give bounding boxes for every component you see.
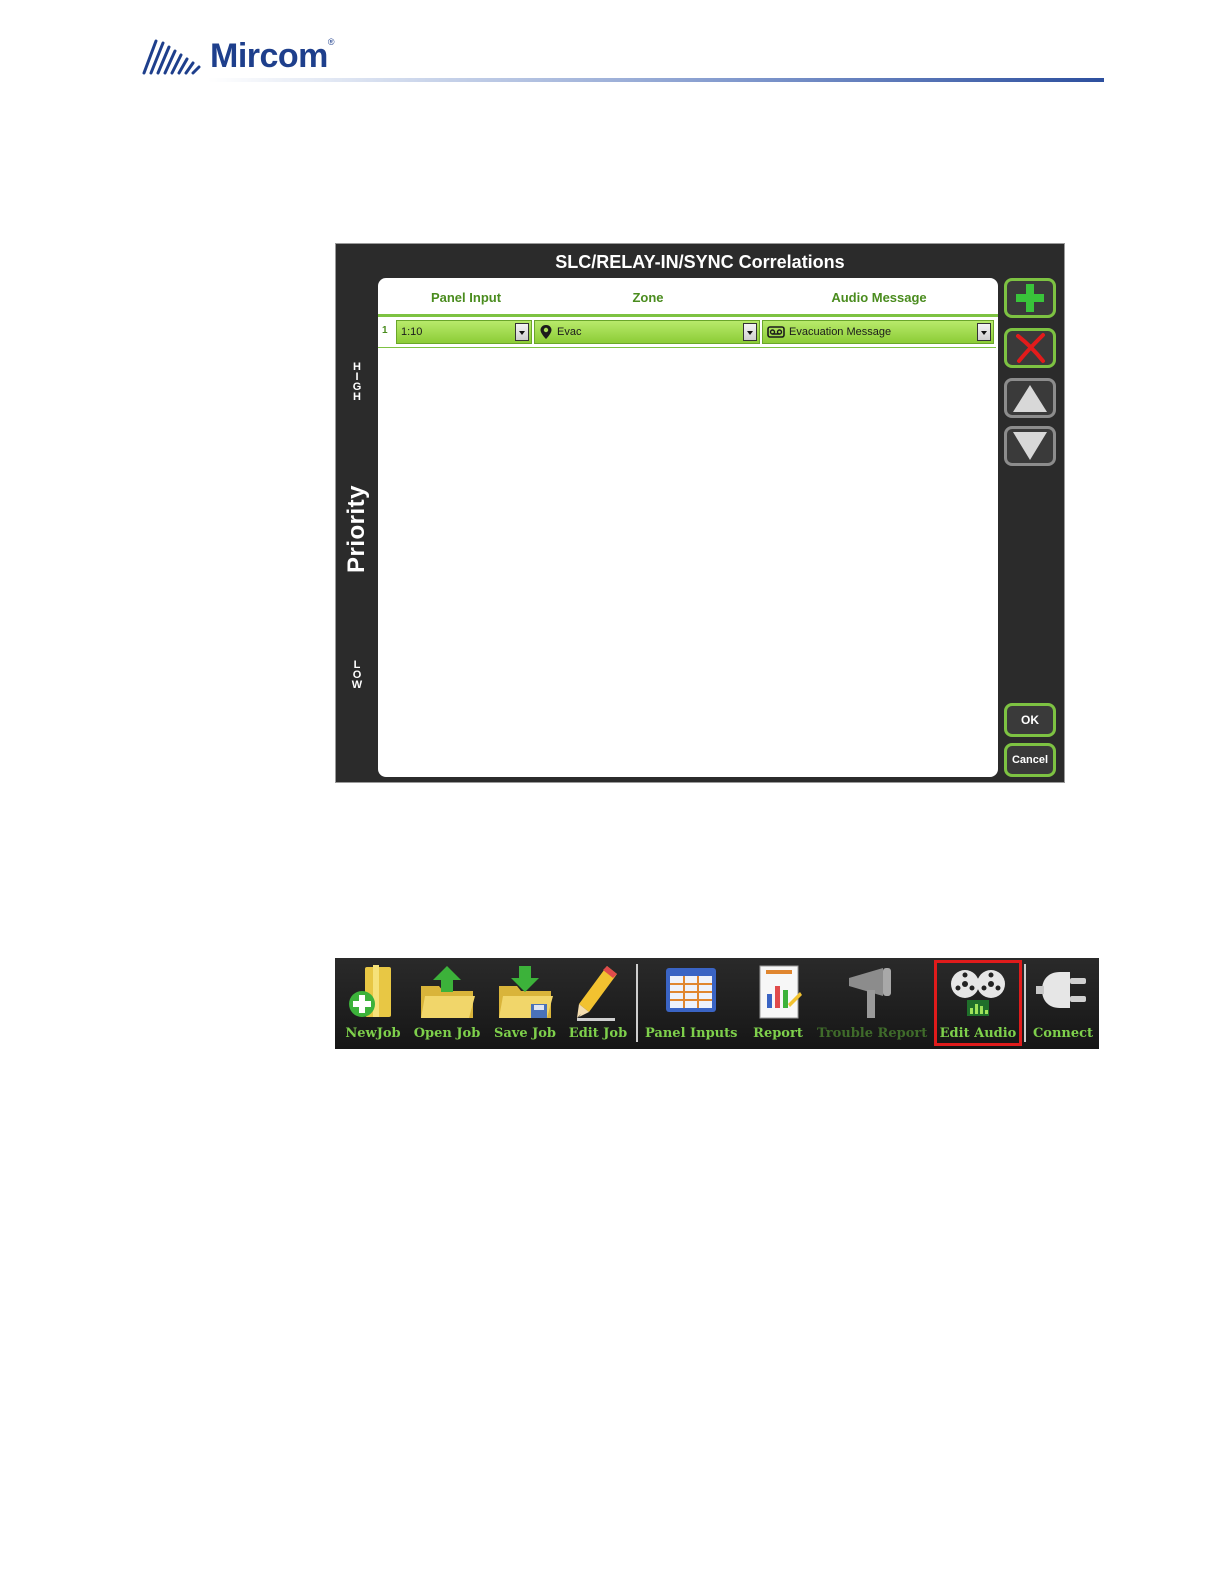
plug-icon: [1036, 972, 1086, 1008]
brand-name: Mircom®: [210, 36, 335, 75]
row-divider: [378, 347, 996, 348]
toolbar-label: Save Job: [493, 1026, 557, 1041]
toolbar-label: Edit Job: [568, 1026, 628, 1041]
priority-high-label: H I G H: [352, 361, 362, 403]
dialog-title: SLC/RELAY-IN/SYNC Correlations: [555, 252, 845, 272]
row-number: 1: [382, 325, 388, 336]
plus-icon: [1016, 284, 1044, 312]
report-button[interactable]: Report: [745, 958, 811, 1049]
correlations-grid: Panel Input Zone Audio Message 1 1:10 Ev…: [378, 278, 998, 777]
connect-button[interactable]: Connect: [1031, 958, 1095, 1049]
column-header-zone: Zone: [632, 290, 664, 305]
edit-job-button[interactable]: Edit Job: [567, 958, 629, 1049]
cancel-button[interactable]: Cancel: [1004, 743, 1056, 777]
toolbar-label: Open Job: [413, 1026, 481, 1041]
up-arrow-icon: [1013, 385, 1047, 412]
add-row-button[interactable]: [1004, 278, 1056, 318]
location-pin-icon: [540, 325, 552, 339]
delete-x-icon: [1016, 333, 1045, 363]
main-toolbar: NewJob Open Job Save Job Edit Job Panel …: [335, 958, 1099, 1049]
audio-message-select[interactable]: Evacuation Message: [762, 320, 994, 344]
new-job-button[interactable]: NewJob: [341, 958, 405, 1049]
open-job-button[interactable]: Open Job: [411, 958, 483, 1049]
delete-row-button[interactable]: [1004, 328, 1056, 368]
report-chart-icon: [759, 965, 802, 1019]
panel-input-value: 1:10: [401, 326, 423, 338]
panel-input-select[interactable]: 1:10: [396, 320, 532, 344]
zone-value: Evac: [557, 326, 582, 338]
save-job-button[interactable]: Save Job: [489, 958, 561, 1049]
audio-message-value: Evacuation Message: [789, 326, 892, 338]
grid-header: Panel Input Zone Audio Message: [378, 278, 998, 317]
mircom-logo: Mircom®: [142, 36, 335, 76]
priority-strip: H I G H Priority L O W: [336, 279, 378, 779]
toolbar-separator: [1024, 964, 1026, 1042]
new-job-icon: [349, 965, 391, 1017]
toolbar-separator: [636, 964, 638, 1042]
open-folder-icon: [421, 966, 475, 1018]
correlations-dialog: SLC/RELAY-IN/SYNC Correlations H I G H P…: [335, 243, 1065, 783]
ok-button[interactable]: OK: [1004, 703, 1056, 737]
panel-inputs-button[interactable]: Panel Inputs: [645, 958, 737, 1049]
header-rule: [208, 78, 1104, 82]
dropdown-arrow-icon[interactable]: [515, 323, 529, 341]
down-arrow-icon: [1013, 432, 1047, 460]
toolbar-label: Panel Inputs: [645, 1026, 738, 1041]
toolbar-label: NewJob: [345, 1026, 401, 1041]
toolbar-label: Report: [753, 1026, 803, 1041]
dropdown-arrow-icon[interactable]: [977, 323, 991, 341]
trouble-report-horn-icon: [849, 968, 891, 1018]
pencil-icon: [577, 966, 617, 1021]
move-up-button[interactable]: [1004, 378, 1056, 418]
dropdown-arrow-icon[interactable]: [743, 323, 757, 341]
priority-low-label: L O W: [351, 659, 363, 691]
table-row[interactable]: 1 1:10 Evac Evacuation Message: [378, 320, 996, 346]
column-header-panel-input: Panel Input: [430, 290, 502, 305]
voicemail-icon: [767, 326, 785, 338]
edit-audio-highlight: [934, 960, 1022, 1046]
toolbar-label: Connect: [1032, 1026, 1094, 1041]
trouble-report-button[interactable]: Trouble Report: [817, 958, 928, 1049]
toolbar-label: Trouble Report: [817, 1026, 928, 1041]
mircom-logo-mark-icon: [142, 39, 201, 75]
column-header-audio-message: Audio Message: [831, 290, 927, 305]
save-folder-icon: [499, 966, 553, 1018]
priority-label: Priority: [343, 484, 370, 574]
zone-select[interactable]: Evac: [534, 320, 760, 344]
move-down-button[interactable]: [1004, 426, 1056, 466]
panel-inputs-table-icon: [666, 968, 716, 1012]
